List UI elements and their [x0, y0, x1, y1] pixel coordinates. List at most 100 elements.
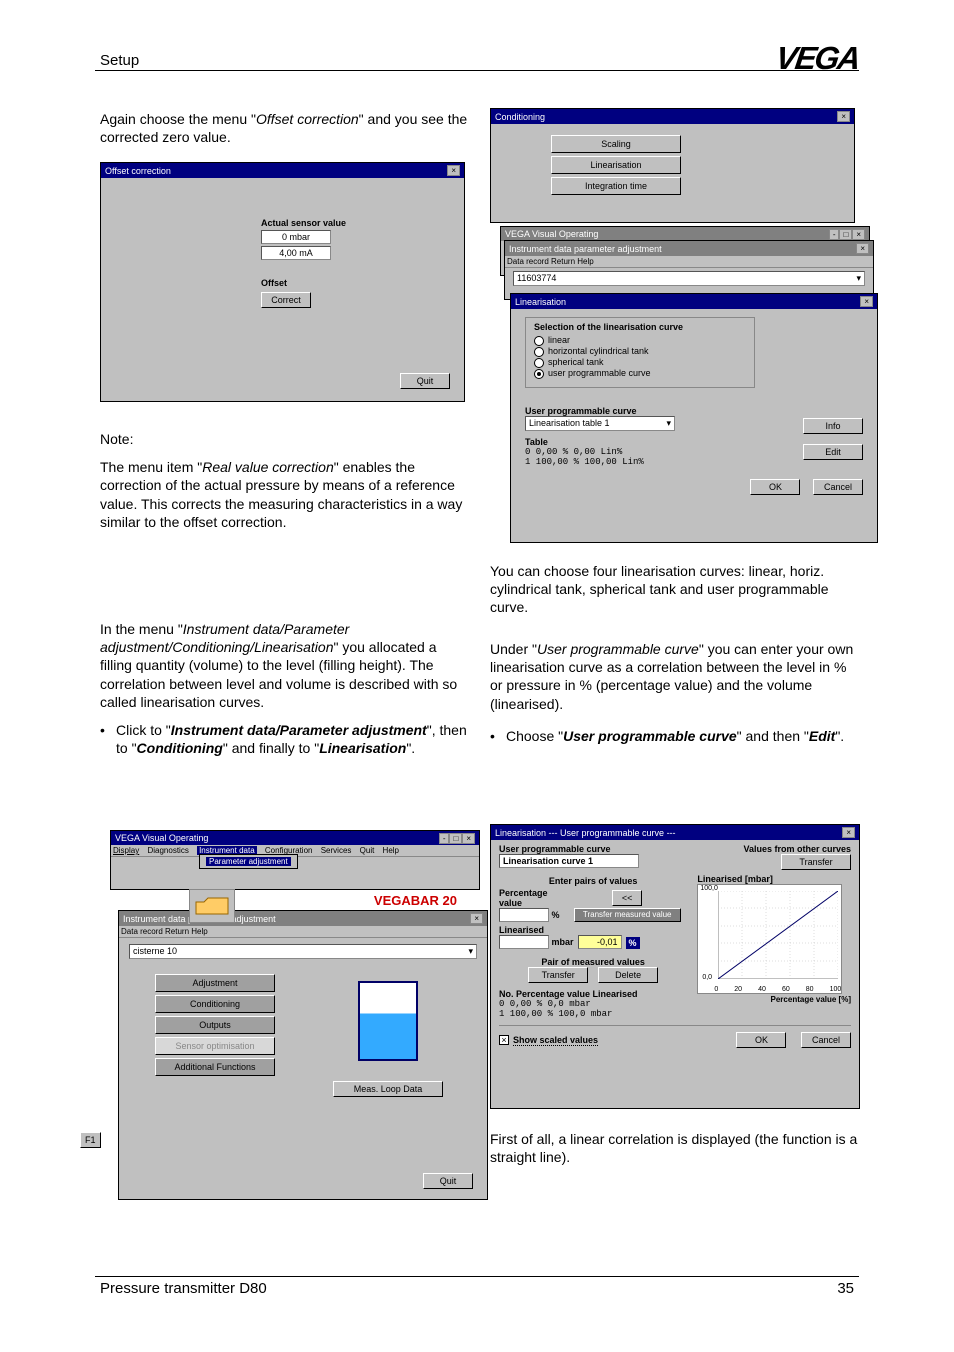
- close-icon[interactable]: ×: [842, 827, 855, 838]
- show-scaled-checkbox[interactable]: ×: [499, 1035, 509, 1045]
- maximize-icon[interactable]: □: [449, 833, 462, 844]
- info-button[interactable]: Info: [803, 418, 863, 434]
- xtick: 80: [806, 986, 814, 993]
- close-icon[interactable]: ×: [462, 833, 475, 844]
- additional-functions-button[interactable]: Additional Functions: [155, 1058, 275, 1076]
- close-icon[interactable]: ×: [852, 229, 865, 240]
- xtick: 40: [758, 986, 766, 993]
- menu-bar[interactable]: Data record Return Help: [119, 926, 487, 938]
- vvo-window: VEGA Visual Operating -□× Display Diagnos…: [110, 830, 480, 890]
- bullet-item: Click to "Instrument data/Parameter adju…: [100, 721, 470, 757]
- scaling-button[interactable]: Scaling: [551, 135, 681, 153]
- label: Table: [525, 437, 765, 447]
- lin-input[interactable]: [499, 935, 549, 949]
- label: Values from other curves: [627, 844, 851, 854]
- linearisation-chart: 100,0 0,0 0 20 40 60 80: [697, 884, 842, 994]
- close-icon[interactable]: ×: [470, 913, 483, 924]
- unit: mbar: [552, 937, 574, 947]
- xtick: 60: [782, 986, 790, 993]
- window-title: VEGA Visual Operating: [505, 229, 598, 239]
- checkbox-label[interactable]: Show scaled values: [513, 1035, 598, 1046]
- body-text: Under "User programmable curve" you can …: [490, 640, 860, 713]
- close-icon[interactable]: ×: [856, 243, 869, 254]
- close-icon[interactable]: ×: [860, 296, 873, 307]
- window-title: Linearisation: [515, 297, 566, 307]
- label: Enter pairs of values: [499, 876, 687, 886]
- curve-name[interactable]: Linearisation curve 1: [499, 854, 639, 868]
- ok-button[interactable]: OK: [736, 1032, 786, 1048]
- meas-loop-data-button[interactable]: Meas. Loop Data: [333, 1081, 443, 1097]
- menu-path: Linearisation: [319, 740, 406, 756]
- minimize-icon[interactable]: -: [439, 833, 450, 844]
- delete-button[interactable]: Delete: [598, 967, 658, 983]
- sensor-value-mbar: 0 mbar: [261, 230, 331, 244]
- measured-value: -0,01: [578, 935, 622, 949]
- maximize-icon[interactable]: □: [839, 229, 852, 240]
- edit-button[interactable]: Edit: [803, 444, 863, 460]
- integration-time-button[interactable]: Integration time: [551, 177, 681, 195]
- radio-spherical[interactable]: spherical tank: [534, 357, 746, 367]
- bullet-item: Choose "User programmable curve" and the…: [490, 727, 860, 745]
- adjustment-button[interactable]: Adjustment: [155, 974, 275, 992]
- chevron-down-icon[interactable]: ▾: [468, 946, 473, 957]
- window-title: Conditioning: [495, 112, 545, 122]
- linearisation-dialog: Linearisation× Selection of the linearis…: [510, 293, 878, 543]
- quit-button[interactable]: Quit: [400, 373, 450, 389]
- ytick: 0,0: [702, 974, 712, 981]
- menu-bar[interactable]: Data record Return Help: [505, 256, 873, 268]
- header-section: Setup: [100, 52, 139, 69]
- pct-input[interactable]: [499, 908, 549, 922]
- product-label: VEGABAR 20: [374, 893, 457, 908]
- label: Actual sensor value: [261, 218, 444, 228]
- window-title: Linearisation --- User programmable curv…: [495, 828, 676, 838]
- chevron-down-icon[interactable]: ▾: [856, 273, 861, 284]
- transfer-button[interactable]: Transfer: [528, 967, 588, 983]
- radio-cylindrical[interactable]: horizontal cylindrical tank: [534, 346, 746, 356]
- quit-button[interactable]: Quit: [423, 1173, 473, 1189]
- chevron-down-icon[interactable]: ▾: [666, 418, 671, 429]
- unit: %: [626, 937, 640, 949]
- xtick: 0: [714, 986, 718, 993]
- label: User programmable curve: [499, 844, 619, 854]
- window-title: VEGA Visual Operating: [115, 833, 208, 843]
- body-text: The menu item "Real value correction" en…: [100, 458, 470, 531]
- conditioning-window: Conditioning × Scaling Linearisation Inte…: [490, 108, 855, 223]
- ok-button[interactable]: OK: [750, 479, 800, 495]
- outputs-button[interactable]: Outputs: [155, 1016, 275, 1034]
- menu-path: Edit: [809, 728, 835, 744]
- curve-dropdown[interactable]: Linearisation table 1▾: [525, 416, 675, 431]
- close-icon[interactable]: ×: [447, 165, 460, 176]
- menu-item[interactable]: Quit: [360, 846, 375, 855]
- cancel-button[interactable]: Cancel: [801, 1032, 851, 1048]
- radio-linear[interactable]: linear: [534, 335, 746, 345]
- table-row: 1 100,00 % 100,0 mbar: [499, 1009, 687, 1019]
- sensor-id-dropdown[interactable]: 11603774▾: [513, 271, 865, 286]
- minimize-icon[interactable]: -: [829, 229, 840, 240]
- radio-user-curve[interactable]: user programmable curve: [534, 368, 746, 378]
- table-row: 0 0,00 % 0,0 mbar: [499, 999, 687, 1009]
- offset-correction-dialog: Offset correction × Actual sensor value 0…: [100, 162, 465, 402]
- parameter-adjustment-window: Instrument data parameter adjustment× Da…: [118, 910, 488, 1200]
- menu-item[interactable]: Diagnostics: [147, 846, 188, 855]
- menu-item[interactable]: Services: [321, 846, 352, 855]
- transfer-top-button[interactable]: Transfer: [781, 854, 851, 870]
- label: User programmable curve: [525, 406, 765, 416]
- window-title: Offset correction: [105, 166, 171, 176]
- brand-logo: VEGA: [774, 40, 862, 77]
- xtick: 20: [734, 986, 742, 993]
- dropdown-item[interactable]: Parameter adjustment: [199, 854, 298, 869]
- transfer-measured-button[interactable]: Transfer measured value: [574, 908, 681, 922]
- f1-button[interactable]: F1: [80, 1132, 101, 1148]
- conditioning-button[interactable]: Conditioning: [155, 995, 275, 1013]
- linearisation-button[interactable]: Linearisation: [551, 156, 681, 174]
- correct-button[interactable]: Correct: [261, 292, 311, 308]
- close-icon[interactable]: ×: [837, 111, 850, 122]
- arrows-button[interactable]: <<: [612, 890, 642, 906]
- sensor-dropdown[interactable]: cisterne 10▾: [129, 944, 477, 959]
- menu-item[interactable]: Display: [113, 846, 139, 855]
- menu-item[interactable]: Help: [383, 846, 399, 855]
- folder-icon: [194, 894, 230, 916]
- window-title: Instrument data parameter adjustment: [509, 244, 662, 254]
- body-text: Again choose the menu "Offset correction…: [100, 110, 470, 146]
- cancel-button[interactable]: Cancel: [813, 479, 863, 495]
